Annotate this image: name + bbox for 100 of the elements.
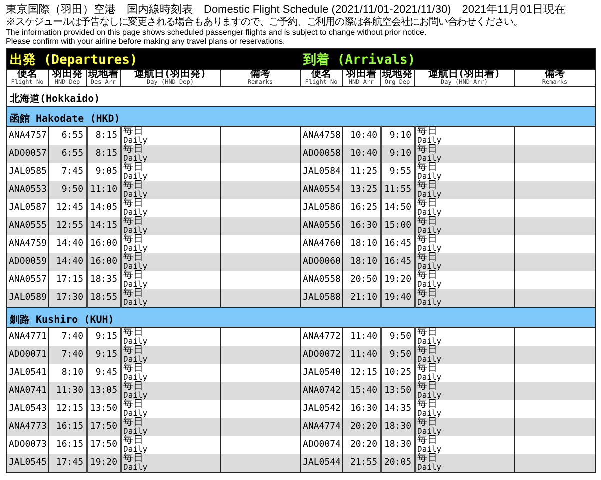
time-text: 20:20 — [350, 440, 378, 450]
day-text: 毎日 — [124, 418, 144, 427]
day-text: Daily — [124, 262, 149, 271]
day-text: 毎日 — [124, 199, 144, 208]
time-text: 19:20 — [384, 275, 412, 285]
time-text: 14:40 — [56, 239, 84, 249]
time-text: 19:20 — [90, 458, 118, 468]
time-text: 7:40 — [62, 350, 84, 360]
column-header: 羽田着 — [345, 70, 378, 80]
day-text: 毎日 — [418, 235, 438, 244]
time-text: 18:10 — [350, 239, 378, 249]
time-text: 10:40 — [350, 131, 378, 141]
day-text: Daily — [418, 226, 443, 235]
time-text: 10:25 — [384, 368, 412, 378]
time-text: 13:05 — [90, 386, 118, 396]
day-text: 毎日 — [418, 364, 438, 373]
flight-number: JAL0588 — [303, 293, 341, 303]
day-text: 毎日 — [418, 418, 438, 427]
flight-number: JAL0545 — [9, 458, 47, 468]
day-text: 毎日 — [124, 217, 144, 226]
flight-number: ANA0741 — [9, 386, 47, 396]
column-header: 便名 — [311, 70, 332, 80]
flight-number: ANA4774 — [303, 422, 341, 432]
time-text: 14:05 — [90, 203, 118, 213]
day-text: Daily — [124, 226, 149, 235]
time-text: 20:05 — [384, 458, 412, 468]
notice-text: ※スケジュールは予告なしに変更される場合もありますので、ご予約、ご利用の際は各航空会社にお問い合わせください。 — [6, 17, 524, 28]
flight-number: JAL0543 — [9, 404, 47, 414]
day-text: Daily — [418, 172, 443, 181]
day-text: 毎日 — [418, 253, 438, 262]
flight-number: ANA0553 — [9, 185, 47, 195]
day-text: 毎日 — [124, 127, 144, 136]
day-text: Daily — [124, 391, 149, 400]
day-text: 毎日 — [124, 364, 144, 373]
day-text: 毎日 — [418, 163, 438, 172]
column-header: 羽田発 — [51, 70, 84, 80]
column-header: 現地着 — [87, 70, 120, 80]
flight-number: JAL0584 — [303, 167, 341, 177]
flight-number: ANA4758 — [303, 131, 341, 141]
time-text: 9:15 — [96, 332, 118, 342]
time-text: 16:00 — [90, 257, 118, 267]
day-text: 毎日 — [418, 127, 438, 136]
time-text: 11:30 — [56, 386, 84, 396]
time-text: 16:45 — [384, 257, 412, 267]
day-text: 毎日 — [124, 436, 144, 445]
time-text: 15:00 — [384, 221, 412, 231]
flight-number: ANA4771 — [9, 332, 47, 342]
time-text: 8:15 — [96, 131, 118, 141]
airport-label: 函館 Hakodate (HKD) — [10, 114, 120, 125]
day-text: 毎日 — [124, 400, 144, 409]
time-text: 9:05 — [96, 167, 118, 177]
flight-number: ANA4760 — [303, 239, 341, 249]
flight-number: ANA4759 — [9, 239, 47, 249]
flight-number: ANA0742 — [303, 386, 341, 396]
time-text: 15:40 — [350, 386, 378, 396]
day-text: Daily — [124, 298, 149, 307]
flight-number: ADO0073 — [9, 440, 47, 450]
flight-number: JAL0585 — [9, 167, 47, 177]
flight-number: JAL0586 — [303, 203, 341, 213]
day-text: 毎日 — [124, 328, 144, 337]
day-text: 毎日 — [418, 145, 438, 154]
day-text: 毎日 — [418, 271, 438, 280]
day-text: 毎日 — [418, 217, 438, 226]
time-text: 21:10 — [350, 293, 378, 303]
day-text: Daily — [124, 280, 149, 289]
flight-number: ADO0072 — [303, 350, 341, 360]
day-text: 毎日 — [418, 454, 438, 463]
day-text: Daily — [418, 190, 443, 199]
time-text: 19:40 — [384, 293, 412, 303]
time-text: 17:45 — [56, 458, 84, 468]
day-text: 毎日 — [124, 382, 144, 391]
day-text: 毎日 — [418, 181, 438, 190]
time-text: 8:15 — [96, 149, 118, 159]
day-text: 毎日 — [124, 346, 144, 355]
day-text: Daily — [418, 136, 443, 145]
day-text: Daily — [418, 373, 443, 382]
column-header: 備考 — [250, 70, 271, 80]
flight-number: ANA0556 — [303, 221, 341, 231]
time-text: 16:15 — [56, 440, 84, 450]
arrivals-label: 到着 (Arrivals) — [304, 53, 416, 68]
column-header: 便名 — [17, 70, 38, 80]
time-text: 18:30 — [384, 422, 412, 432]
airport-label: 釧路 Kushiro (KUH) — [10, 315, 114, 326]
time-text: 10:40 — [350, 149, 378, 159]
time-text: 18:35 — [90, 275, 118, 285]
day-text: Daily — [124, 154, 149, 163]
flight-number: ANA4757 — [9, 131, 47, 141]
time-text: 16:15 — [56, 422, 84, 432]
time-text: 14:15 — [90, 221, 118, 231]
time-text: 16:45 — [384, 239, 412, 249]
time-text: 16:25 — [350, 203, 378, 213]
day-text: Daily — [124, 136, 149, 145]
day-text: Daily — [124, 355, 149, 364]
time-text: 9:50 — [390, 332, 412, 342]
time-text: 9:15 — [96, 350, 118, 360]
flight-number: JAL0544 — [303, 458, 341, 468]
day-text: Daily — [418, 154, 443, 163]
time-text: 18:30 — [384, 440, 412, 450]
notice-text: Please confirm with your airline before making any travel plans or reservations. — [6, 37, 286, 46]
time-text: 8:10 — [62, 368, 84, 378]
